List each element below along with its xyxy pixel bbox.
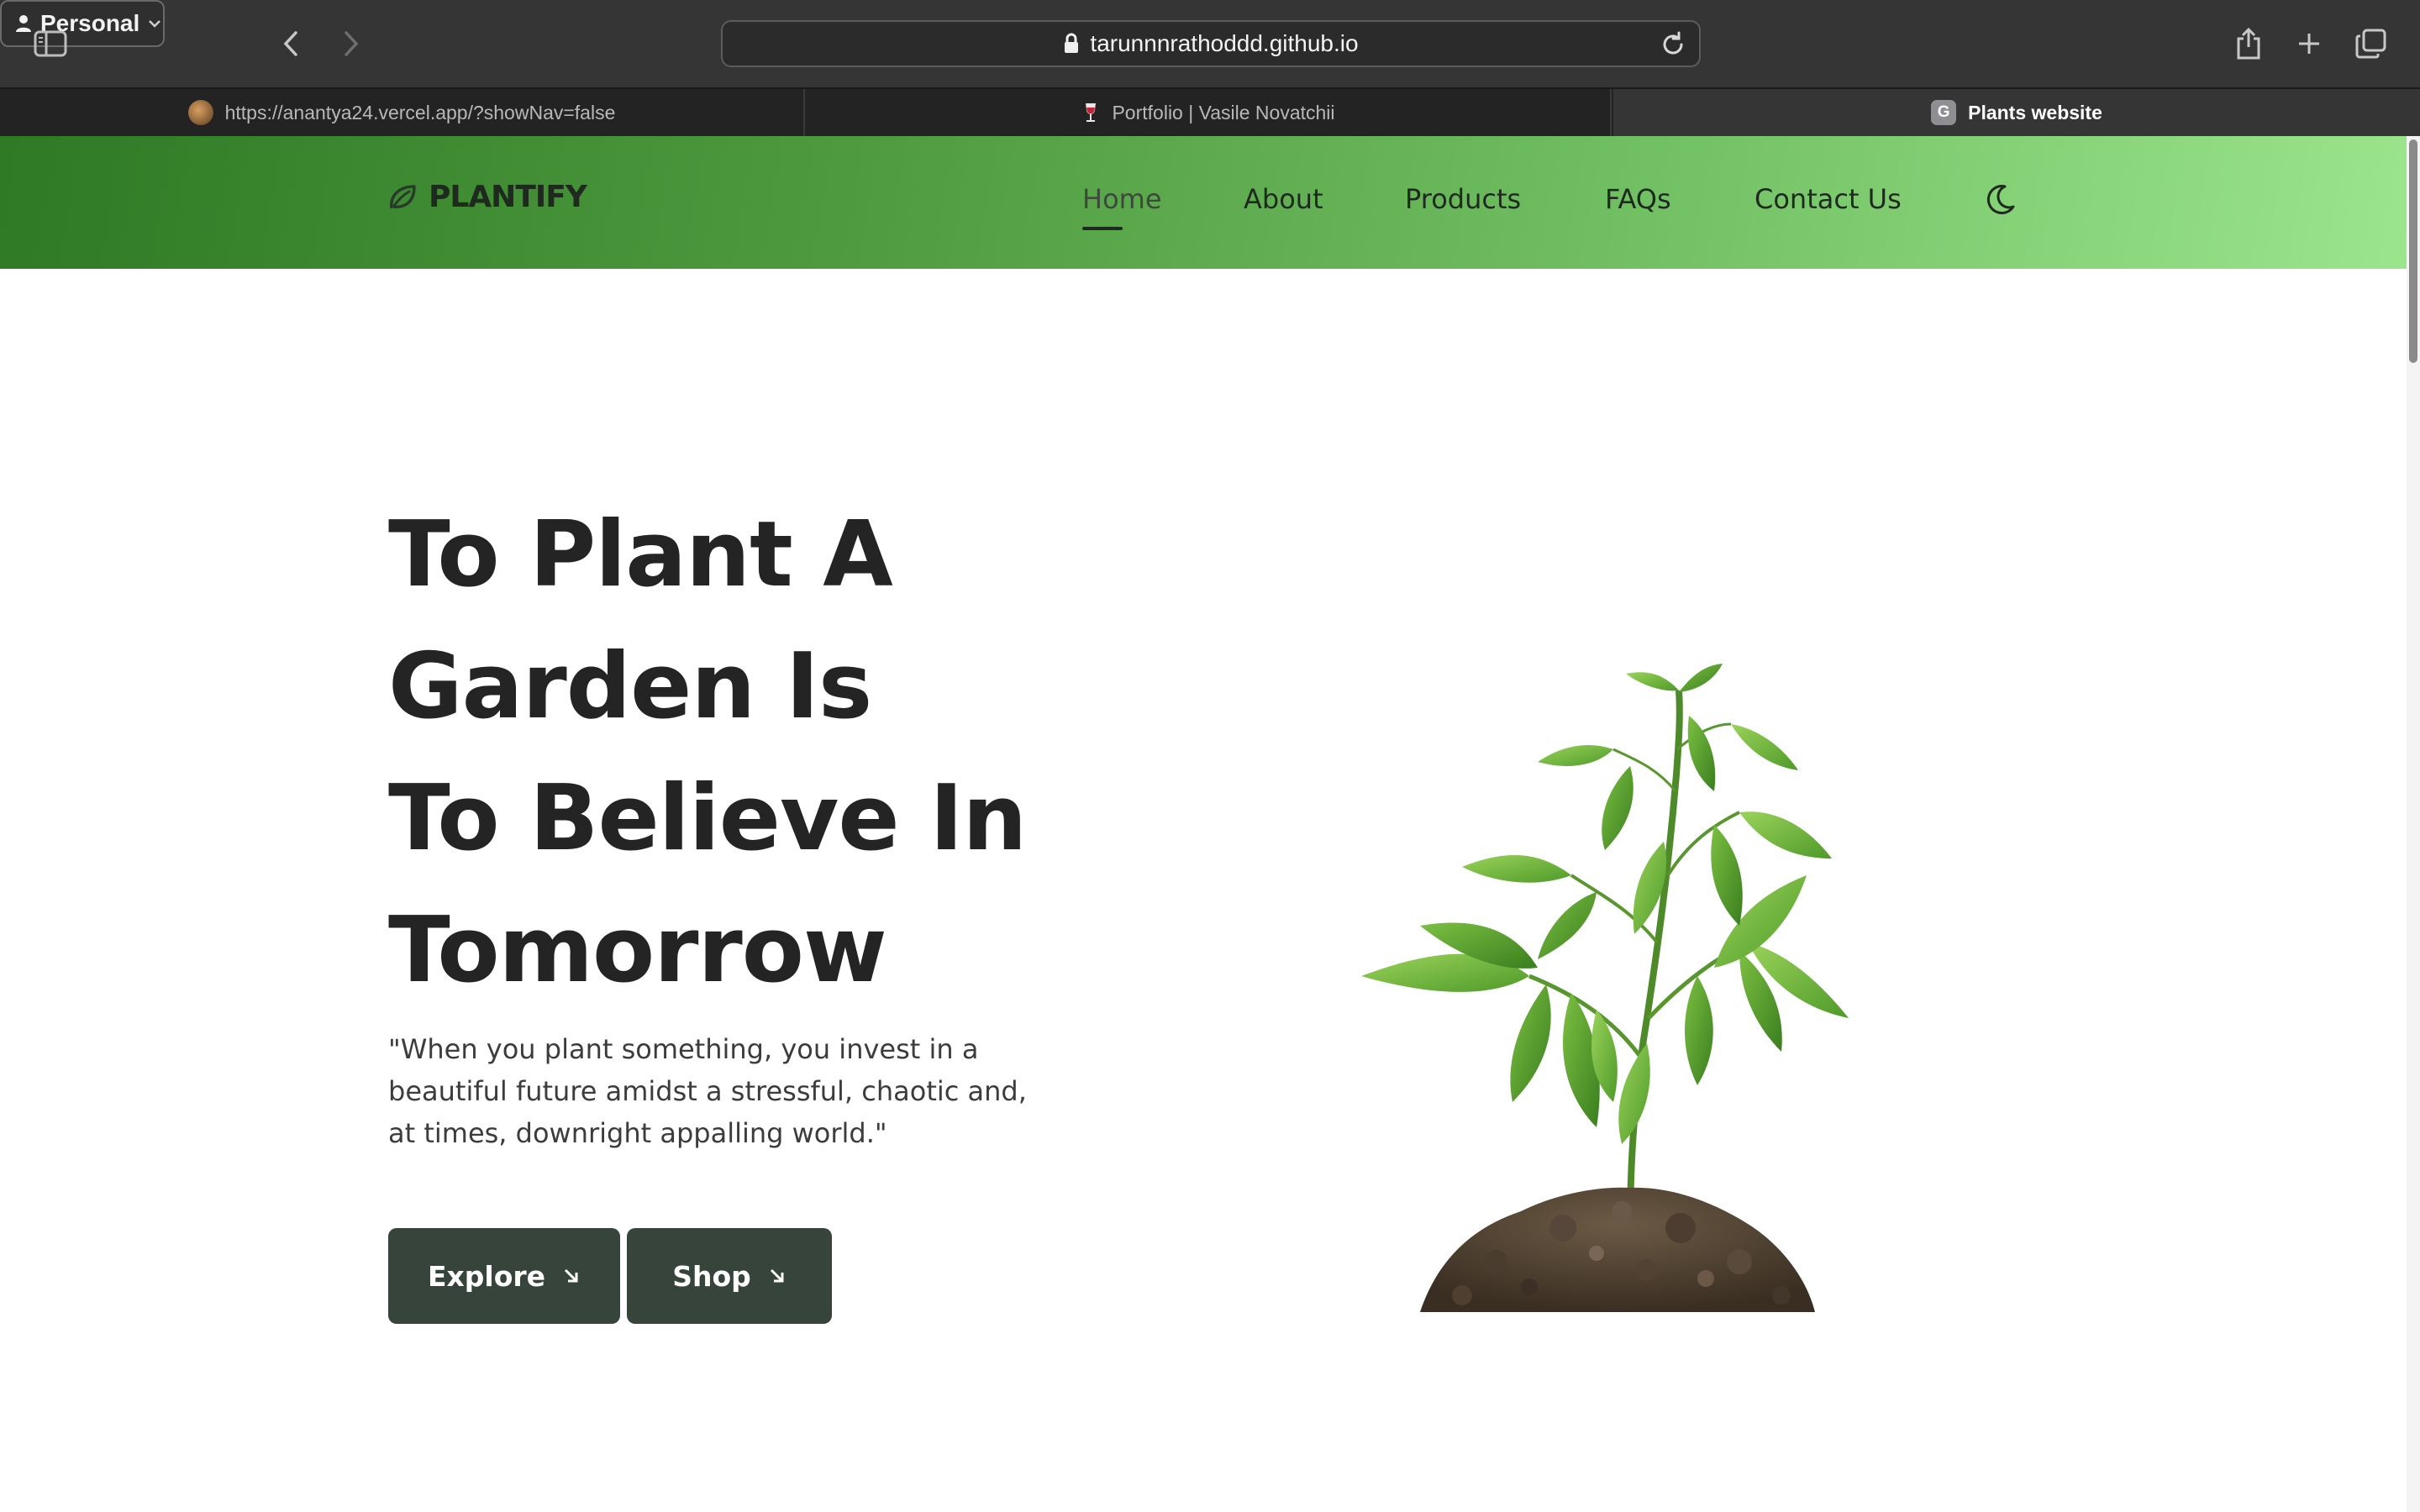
nav-contact-link[interactable]: Contact Us — [1754, 183, 1902, 215]
profile-button[interactable]: Personal — [0, 0, 165, 47]
person-icon — [16, 15, 31, 32]
nav-about-link[interactable]: About — [1244, 183, 1323, 215]
site-navbar: PLANTIFY Home About Products FAQs Contac… — [0, 136, 2407, 269]
leaf-icon — [390, 184, 416, 208]
hero-title-line: Tomorrow — [388, 898, 887, 1003]
arrow-down-right-icon — [564, 1268, 578, 1283]
nav-home-link[interactable]: Home — [1082, 183, 1162, 230]
hero-title-line: To Plant A — [388, 502, 893, 607]
tabs-overview-icon — [2355, 29, 2386, 59]
g-favicon-icon: G — [1931, 100, 1957, 125]
reload-button[interactable] — [1659, 30, 1687, 59]
hero-title-line: Garden Is — [388, 634, 872, 739]
nav-products-link[interactable]: Products — [1405, 183, 1521, 215]
plant-sapling-image — [1361, 664, 1849, 1312]
tab-portfolio[interactable]: Portfolio | Vasile Novatchii — [807, 89, 1612, 136]
sidebar-toggle-button[interactable] — [32, 25, 69, 62]
chevron-left-icon — [283, 31, 297, 56]
hero-title: To Plant A Garden Is To Believe In Tomor… — [388, 489, 1144, 1016]
shop-button-label: Shop — [672, 1259, 751, 1293]
share-button[interactable] — [2230, 24, 2267, 64]
share-icon — [2237, 27, 2260, 60]
forward-button[interactable] — [334, 24, 368, 64]
address-text: tarunnnrathoddd.github.io — [1090, 30, 1359, 56]
photo-favicon-icon — [187, 100, 213, 125]
moon-icon — [1986, 185, 2015, 215]
new-tab-button[interactable] — [2291, 24, 2328, 64]
tab-overview-button[interactable] — [2353, 24, 2390, 64]
back-button[interactable] — [274, 24, 308, 64]
plus-icon — [2299, 34, 2319, 54]
wine-favicon-icon — [1086, 103, 1097, 122]
tab-label: https://anantya24.vercel.app/?showNav=fa… — [224, 101, 616, 123]
chevron-down-icon — [149, 20, 161, 28]
tab-bar: https://anantya24.vercel.app/?showNav=fa… — [0, 87, 2420, 136]
tab-label: Plants website — [1968, 101, 2102, 123]
explore-button[interactable]: Explore — [388, 1228, 620, 1324]
page-scrollbar[interactable] — [2407, 136, 2420, 1512]
chevron-right-icon — [345, 31, 359, 56]
tab-label: Portfolio | Vasile Novatchii — [1112, 101, 1335, 123]
page-content: PLANTIFY Home About Products FAQs Contac… — [0, 136, 2407, 1512]
theme-toggle-button[interactable] — [1983, 183, 2020, 220]
brand-name: PLANTIFY — [429, 180, 587, 214]
scrollbar-thumb[interactable] — [2409, 139, 2417, 363]
tab-plants-website[interactable]: G Plants website — [1613, 89, 2420, 136]
brand-logo[interactable]: PLANTIFY — [388, 180, 587, 214]
hero-title-line: To Believe In — [388, 766, 1027, 871]
lock-icon — [1065, 33, 1079, 53]
arrow-down-right-icon — [770, 1268, 784, 1283]
explore-button-label: Explore — [427, 1259, 546, 1293]
tab-anantya[interactable]: https://anantya24.vercel.app/?showNav=fa… — [0, 89, 805, 136]
browser-toolbar: Personal tarunnnrathoddd.github.io — [0, 0, 2420, 87]
hero-quote: "When you plant something, you invest in… — [388, 1033, 1027, 1149]
reload-icon — [1663, 31, 1683, 55]
sidebar-icon — [34, 30, 67, 57]
nav-faqs-link[interactable]: FAQs — [1605, 183, 1671, 215]
shop-button[interactable]: Shop — [627, 1228, 832, 1324]
address-bar[interactable]: tarunnnrathoddd.github.io — [721, 20, 1701, 67]
